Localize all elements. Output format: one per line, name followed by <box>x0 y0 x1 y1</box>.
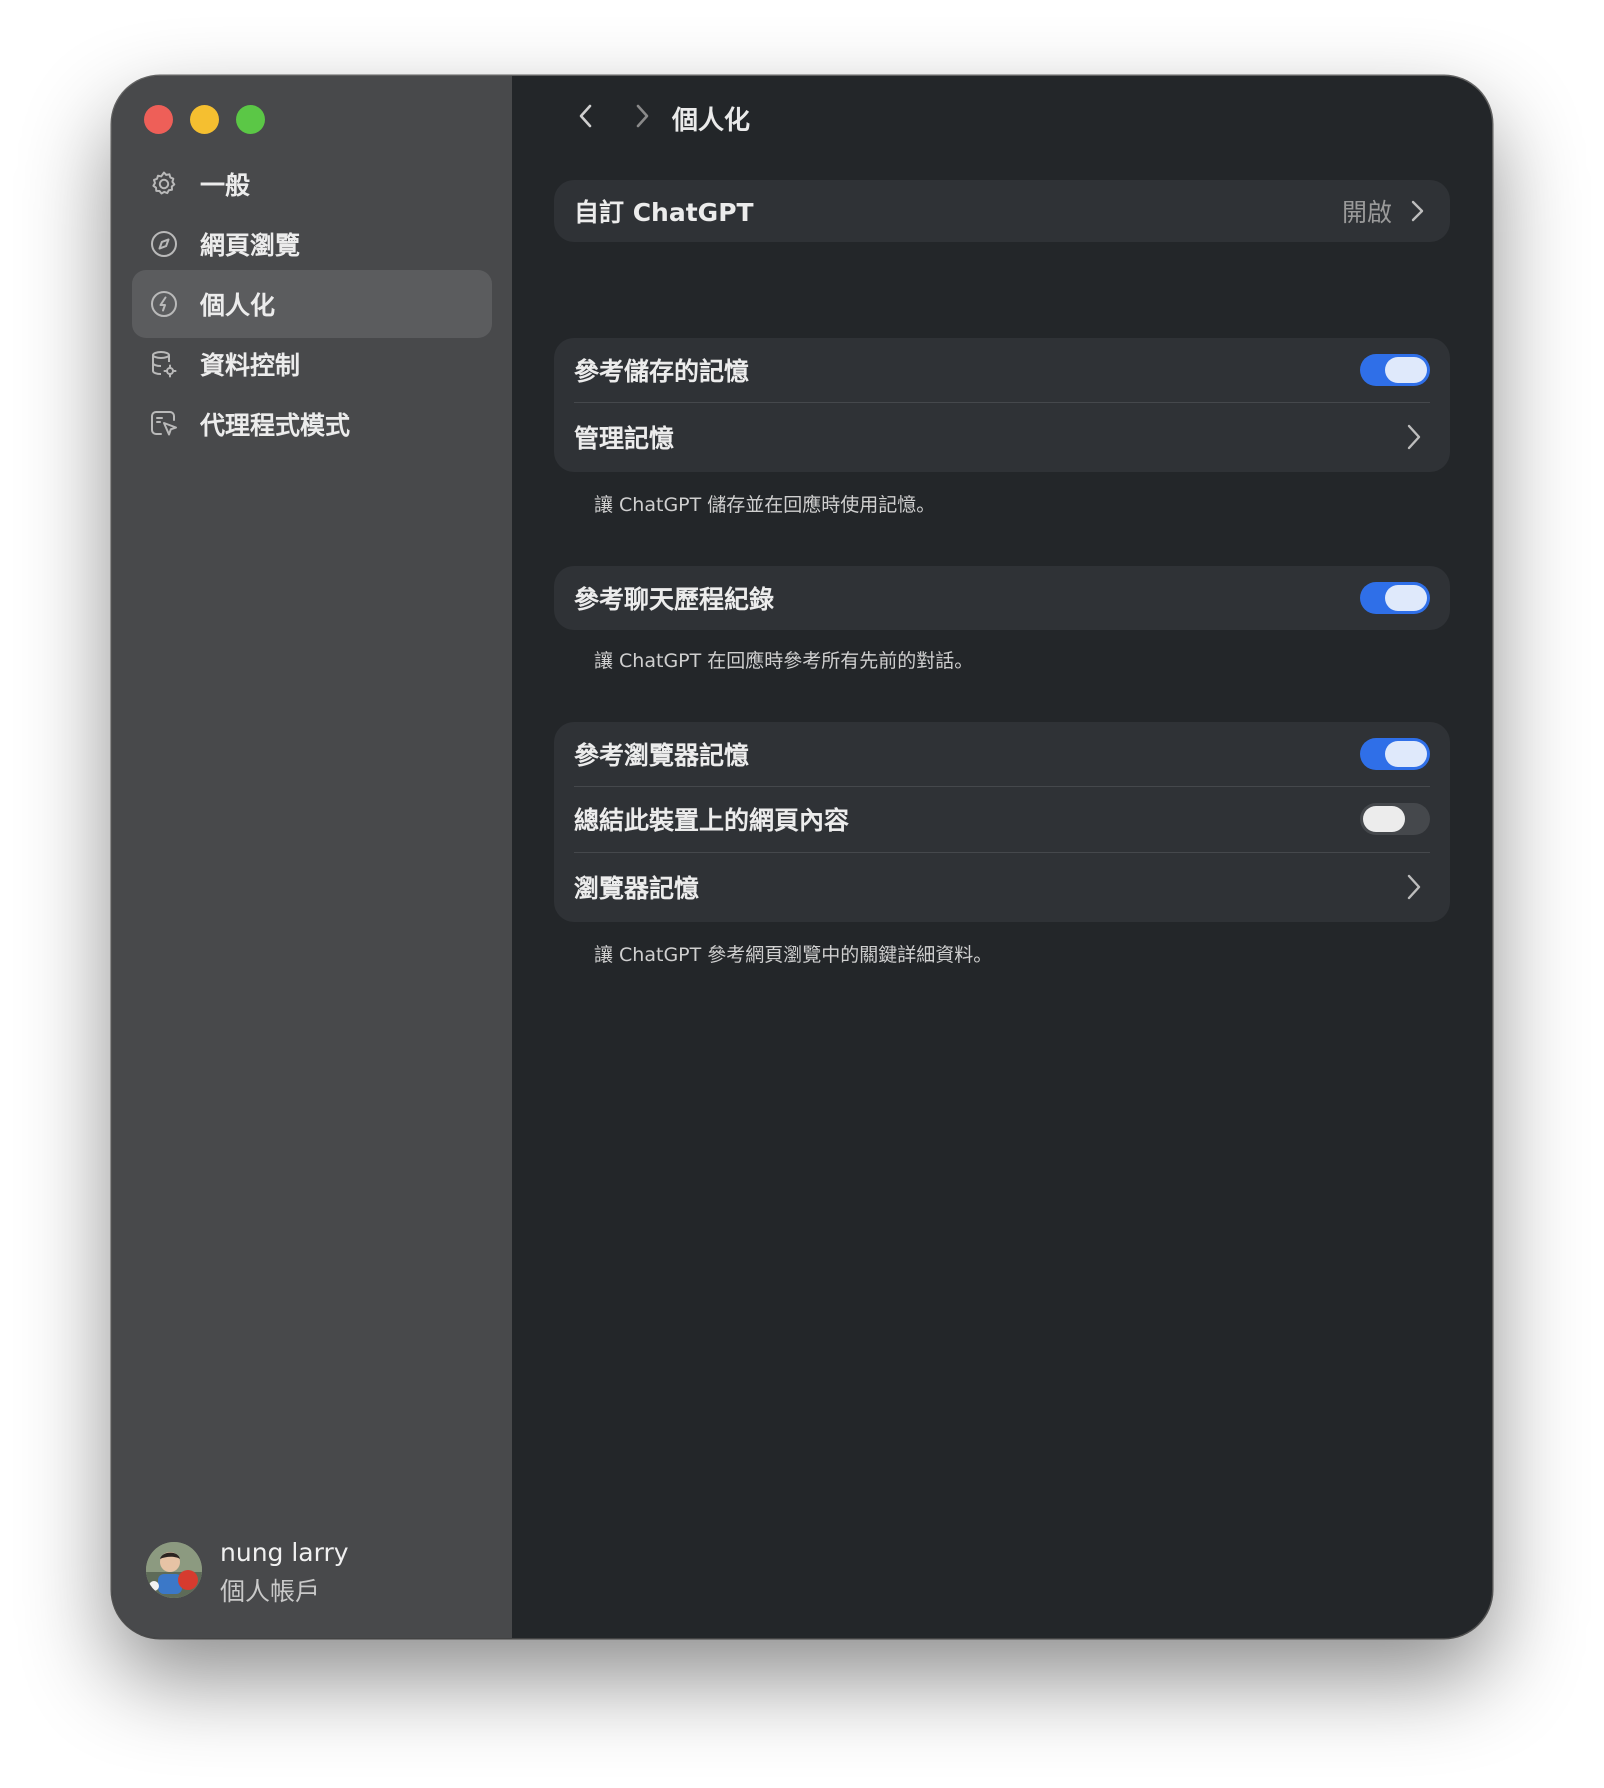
agent-cursor-icon <box>148 408 180 440</box>
chat-history-footnote: 讓 ChatGPT 在回應時參考所有先前的對話。 <box>594 650 974 672</box>
sidebar-item-label: 資料控制 <box>200 351 301 380</box>
memory-footnote: 讓 ChatGPT 儲存並在回應時使用記憶。 <box>594 494 936 516</box>
row-label: 參考瀏覽器記憶 <box>574 741 750 770</box>
minimize-window-button[interactable] <box>190 105 219 134</box>
sidebar-item-data-controls[interactable]: 資料控制 <box>132 330 492 398</box>
zoom-window-button[interactable] <box>236 105 265 134</box>
row-label: 瀏覽器記憶 <box>574 874 700 903</box>
row-label: 自訂 ChatGPT <box>574 198 754 227</box>
chevron-right-icon <box>632 102 652 134</box>
summarize-page-content-toggle[interactable] <box>1360 803 1430 835</box>
account-type: 個人帳戶 <box>220 1577 321 1606</box>
chevron-right-icon <box>1402 872 1424 902</box>
personalization-icon <box>148 288 180 320</box>
reference-browser-memories-row: 參考瀏覽器記憶 <box>554 722 1450 786</box>
avatar <box>146 1542 202 1598</box>
chevron-right-icon <box>1406 196 1428 226</box>
row-label: 總結此裝置上的網頁內容 <box>574 806 850 835</box>
memory-card: 參考儲存的記憶 管理記憶 <box>554 338 1450 472</box>
chevron-right-icon <box>1402 422 1424 452</box>
custom-chatgpt-row[interactable]: 自訂 ChatGPT 開啟 <box>554 180 1450 242</box>
data-controls-icon <box>148 348 180 380</box>
sidebar-item-web-browsing[interactable]: 網頁瀏覽 <box>132 210 492 278</box>
custom-chatgpt-card: 自訂 ChatGPT 開啟 <box>554 180 1450 242</box>
account-button[interactable]: nung larry 個人帳戶 <box>146 1534 486 1606</box>
sidebar-item-label: 代理程式模式 <box>200 411 351 440</box>
reference-saved-memories-toggle[interactable] <box>1360 354 1430 386</box>
reference-chat-history-toggle[interactable] <box>1360 582 1430 614</box>
row-value: 開啟 <box>1341 198 1392 227</box>
settings-window: 一般 網頁瀏覽 個人化 資料控制 代理程式模式 nung larry 個人帳戶 … <box>112 76 1492 1638</box>
compass-icon <box>148 228 180 260</box>
sidebar-item-general[interactable]: 一般 <box>132 150 492 218</box>
reference-chat-history-row: 參考聊天歷程紀錄 <box>554 566 1450 630</box>
sidebar-item-label: 一般 <box>200 171 251 200</box>
user-name: nung larry <box>220 1538 349 1567</box>
sidebar-item-label: 網頁瀏覽 <box>200 231 301 260</box>
row-label: 參考儲存的記憶 <box>574 357 750 386</box>
reference-saved-memories-row: 參考儲存的記憶 <box>554 338 1450 402</box>
sidebar-item-agent-mode[interactable]: 代理程式模式 <box>132 390 492 458</box>
browser-memories-row[interactable]: 瀏覽器記憶 <box>554 852 1450 922</box>
gear-icon <box>148 168 180 200</box>
chevron-left-icon <box>576 102 596 134</box>
browser-memory-footnote: 讓 ChatGPT 參考網頁瀏覽中的關鍵詳細資料。 <box>594 944 993 966</box>
back-button[interactable] <box>566 98 606 138</box>
sidebar-item-personalization[interactable]: 個人化 <box>132 270 492 338</box>
summarize-page-content-row: 總結此裝置上的網頁內容 <box>554 786 1450 852</box>
row-label: 參考聊天歷程紀錄 <box>574 585 775 614</box>
chat-history-card: 參考聊天歷程紀錄 <box>554 566 1450 630</box>
reference-browser-memories-toggle[interactable] <box>1360 738 1430 770</box>
forward-button[interactable] <box>622 98 662 138</box>
page-title: 個人化 <box>672 106 751 136</box>
sidebar: 一般 網頁瀏覽 個人化 資料控制 代理程式模式 nung larry 個人帳戶 <box>112 76 512 1638</box>
manage-memories-row[interactable]: 管理記憶 <box>554 402 1450 472</box>
row-label: 管理記憶 <box>574 424 675 453</box>
close-window-button[interactable] <box>144 105 173 134</box>
browser-memory-card: 參考瀏覽器記憶 總結此裝置上的網頁內容 瀏覽器記憶 <box>554 722 1450 922</box>
sidebar-item-label: 個人化 <box>200 291 276 320</box>
